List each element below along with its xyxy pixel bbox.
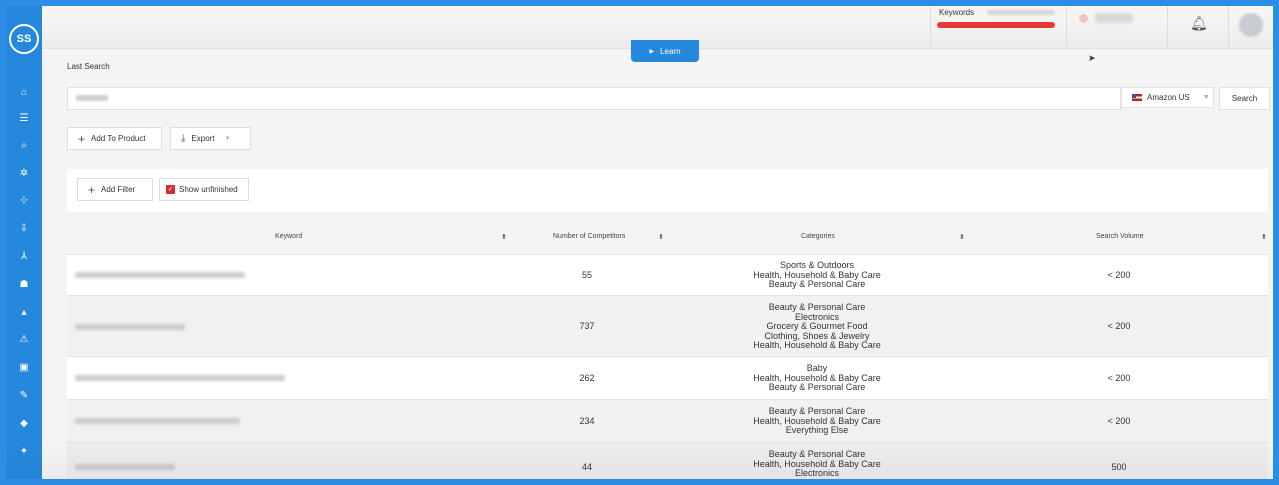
keywords-usage[interactable]: Keywords xyxy=(930,6,1066,48)
plus-icon: + xyxy=(78,131,86,146)
keywords-count-blurred xyxy=(987,10,1055,15)
magic-icon[interactable]: ✲ xyxy=(14,167,34,181)
search-icon[interactable]: ⌕ xyxy=(14,139,34,153)
keywords-label: Keywords xyxy=(939,8,975,17)
export-label: Export xyxy=(191,134,215,143)
sort-icon[interactable]: ⬍ xyxy=(1261,233,1267,241)
us-flag-icon xyxy=(1132,94,1142,101)
table-header: Keyword ⬍ Number of Competitors ⬍ Catego… xyxy=(67,219,1268,257)
search-input[interactable] xyxy=(67,87,1121,110)
plan-text-blurred xyxy=(1095,13,1133,23)
marketplace-value: Amazon US xyxy=(1147,93,1190,102)
sidebar: SS ⌂ ☰ ⌕ ✲ ⊹ ⇩ ⅄ ☗ ▴ ⚠ ▣ ✎ ◆ ✦ xyxy=(6,6,42,479)
search-volume-cell: < 200 xyxy=(1107,416,1131,426)
table-row[interactable]: 44 Beauty & Personal Care Health, Househ… xyxy=(67,442,1268,479)
tree-icon[interactable]: ⅄ xyxy=(14,250,34,264)
categories-cell: Beauty & Personal Care Electronics Groce… xyxy=(667,302,967,351)
table-row[interactable]: 234 Beauty & Personal Care Health, House… xyxy=(67,399,1268,443)
bell-icon[interactable]: ▴ xyxy=(14,306,34,320)
plan-info[interactable] xyxy=(1066,6,1167,48)
column-header-categories[interactable]: Categories xyxy=(801,233,835,240)
competitors-cell: 44 xyxy=(581,462,592,472)
plus-icon: + xyxy=(88,182,96,197)
home-icon[interactable]: ⌂ xyxy=(14,86,34,100)
table-row[interactable]: 55 Sports & Outdoors Health, Household &… xyxy=(67,254,1268,296)
show-unfinished-label: Show unfinished xyxy=(179,185,238,194)
keywords-progress-bar xyxy=(937,22,1055,28)
table-row[interactable]: 262 Baby Health, Household & Baby Care B… xyxy=(67,356,1268,400)
chevron-down-icon: ▼ xyxy=(1202,94,1210,101)
category: Everything Else xyxy=(785,425,849,435)
export-button[interactable]: ⤓ Export ▼ xyxy=(170,127,251,150)
column-header-competitors[interactable]: Number of Competitors xyxy=(553,233,625,240)
category: Electronics xyxy=(794,468,839,478)
competitors-cell: 55 xyxy=(581,270,592,280)
category: Beauty & Personal Care xyxy=(768,279,866,289)
keyword-blurred xyxy=(75,324,185,330)
marketplace-select[interactable]: Amazon US ▼ xyxy=(1121,87,1214,108)
download-icon: ⤓ xyxy=(181,133,186,144)
alert-icon[interactable]: ⚠ xyxy=(14,333,34,347)
download-icon[interactable]: ⇩ xyxy=(14,222,34,236)
sort-icon[interactable]: ⬍ xyxy=(658,233,664,241)
categories-cell: Sports & Outdoors Health, Household & Ba… xyxy=(667,260,967,290)
search-button[interactable]: Search xyxy=(1219,87,1270,110)
keyword-blurred xyxy=(75,464,175,470)
category: Health, Household & Baby Care xyxy=(753,340,881,350)
add-filter-button[interactable]: + Add Filter xyxy=(77,178,153,201)
list-icon[interactable]: ☰ xyxy=(14,112,34,126)
learn-label: Learn xyxy=(660,46,681,56)
table-row[interactable]: 737 Beauty & Personal Care Electronics G… xyxy=(67,295,1268,357)
column-header-keyword[interactable]: Keyword xyxy=(275,233,302,240)
checkbox-checked-icon[interactable]: ✓ xyxy=(166,185,175,194)
search-volume-cell: < 200 xyxy=(1107,270,1131,280)
logo[interactable]: SS xyxy=(9,24,39,54)
app-frame: SS ⌂ ☰ ⌕ ✲ ⊹ ⇩ ⅄ ☗ ▴ ⚠ ▣ ✎ ◆ ✦ Keywords … xyxy=(6,6,1273,479)
sort-icon[interactable]: ⬍ xyxy=(959,233,965,241)
add-filter-label: Add Filter xyxy=(101,185,136,194)
keyword-blurred xyxy=(75,418,240,424)
tools-icon[interactable]: ✎ xyxy=(14,389,34,403)
search-volume-cell: < 200 xyxy=(1107,373,1131,383)
sort-icon[interactable]: ⬍ xyxy=(501,233,507,241)
plan-icon xyxy=(1079,14,1088,23)
mouse-cursor-icon: ➤ xyxy=(1088,53,1096,63)
categories-cell: Beauty & Personal Care Health, Household… xyxy=(667,449,967,479)
learn-button[interactable]: ▶ Learn xyxy=(631,40,699,62)
add-to-product-button[interactable]: + Add To Product xyxy=(67,127,162,150)
competitors-cell: 737 xyxy=(579,321,595,331)
notifications[interactable]: 🔔︎ xyxy=(1167,6,1228,48)
add-to-product-label: Add To Product xyxy=(91,134,146,143)
search-volume-cell: 500 xyxy=(1111,462,1127,472)
filter-panel: + Add Filter ✓ Show unfinished xyxy=(67,169,1268,212)
keyword-blurred xyxy=(75,272,245,278)
network-icon[interactable]: ⊹ xyxy=(14,194,34,208)
graduation-icon[interactable]: ◆ xyxy=(14,417,34,431)
keyword-blurred xyxy=(75,375,285,381)
robot-icon[interactable]: ☗ xyxy=(14,278,34,292)
bell-icon[interactable]: 🔔︎ xyxy=(1190,15,1208,32)
lock-icon[interactable]: ▣ xyxy=(14,361,34,375)
search-value-blurred xyxy=(76,95,108,101)
categories-cell: Beauty & Personal Care Health, Household… xyxy=(667,406,967,436)
categories-cell: Baby Health, Household & Baby Care Beaut… xyxy=(667,363,967,393)
chevron-down-icon: ▼ xyxy=(224,135,231,142)
column-header-search-volume[interactable]: Search Volume xyxy=(1096,233,1143,240)
settings-icon[interactable]: ✦ xyxy=(14,445,34,459)
show-unfinished-toggle[interactable]: ✓ Show unfinished xyxy=(159,178,249,201)
last-search-label: Last Search xyxy=(67,62,110,71)
play-icon: ▶ xyxy=(649,48,655,55)
search-volume-cell: < 200 xyxy=(1107,321,1131,331)
competitors-cell: 234 xyxy=(579,416,595,426)
category: Beauty & Personal Care xyxy=(768,382,866,392)
avatar[interactable] xyxy=(1239,13,1263,37)
user-menu[interactable] xyxy=(1228,6,1273,48)
competitors-cell: 262 xyxy=(579,373,595,383)
